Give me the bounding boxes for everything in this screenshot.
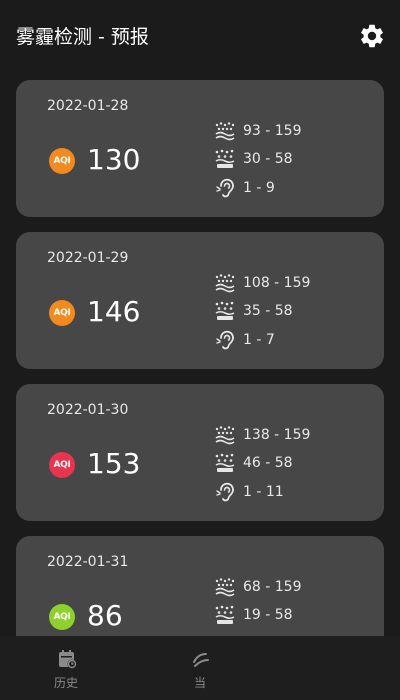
pm10-metric: 68 - 159 [214, 576, 374, 598]
aqi-badge-icon: AQI [49, 604, 75, 630]
pm25-metric: 35 - 58 [214, 300, 374, 322]
aqi-badge-icon: AQI [49, 452, 75, 478]
pm25-dust-icon [215, 605, 235, 624]
aqi-value: 153 [87, 447, 141, 480]
pm10-metric: 108 - 159 [214, 272, 374, 294]
other-value: 1 - 7 [243, 332, 275, 348]
bottom-navigation: 历史 当 [0, 636, 400, 700]
pm25-dust-icon [215, 149, 235, 168]
ear-icon [216, 482, 234, 502]
forecast-date: 2022-01-28 [47, 98, 129, 114]
pm25-metric: 19 - 58 [214, 604, 374, 626]
pm10-value: 138 - 159 [243, 427, 311, 443]
forecast-card[interactable]: 2022-01-30 AQI 153 138 - 159 46 - 58 1 -… [16, 384, 384, 521]
pm25-value: 46 - 58 [243, 455, 293, 471]
pm25-metric: 46 - 58 [214, 452, 374, 474]
forecast-date: 2022-01-31 [47, 554, 129, 570]
forecast-card[interactable]: 2022-01-28 AQI 130 93 - 159 30 - 58 1 - … [16, 80, 384, 217]
pm10-metric: 138 - 159 [214, 424, 374, 446]
nav-current-label: 当 [193, 676, 206, 690]
aqi-value: 146 [87, 295, 141, 328]
forecast-date: 2022-01-29 [47, 250, 129, 266]
nav-current[interactable]: 当 [150, 636, 250, 700]
page-title: 雾霾检测 - 预报 [16, 26, 149, 48]
pm10-value: 108 - 159 [243, 275, 311, 291]
pm25-dust-icon [215, 301, 235, 320]
forecast-date: 2022-01-30 [47, 402, 129, 418]
nav-history[interactable]: 历史 [16, 636, 116, 700]
pm25-value: 19 - 58 [243, 607, 293, 623]
aqi-value: 86 [87, 599, 123, 632]
forecast-list[interactable]: 2022-01-28 AQI 130 93 - 159 30 - 58 1 - … [0, 80, 400, 636]
forecast-card[interactable]: 2022-01-29 AQI 146 108 - 159 35 - 58 1 -… [16, 232, 384, 369]
pm10-value: 68 - 159 [243, 579, 302, 595]
pm25-value: 30 - 58 [243, 151, 293, 167]
aqi-badge-icon: AQI [49, 148, 75, 174]
pm10-dust-icon [215, 122, 235, 141]
nav-history-label: 历史 [53, 676, 78, 690]
aqi-badge-icon: AQI [49, 300, 75, 326]
other-metric: 1 - 7 [214, 329, 374, 351]
pm25-value: 35 - 58 [243, 303, 293, 319]
forecast-card[interactable]: 2022-01-31 AQI 86 68 - 159 19 - 58 [16, 536, 384, 636]
other-value: 1 - 11 [243, 484, 284, 500]
pm10-dust-icon [215, 274, 235, 293]
gear-icon[interactable] [358, 22, 386, 50]
calendar-history-icon [59, 650, 77, 669]
other-metric: 1 - 11 [214, 481, 374, 503]
aqi-value: 130 [87, 143, 141, 176]
pm10-metric: 93 - 159 [214, 120, 374, 142]
app-bar: 雾霾检测 - 预报 [0, 0, 400, 72]
ear-icon [216, 330, 234, 350]
other-metric: 1 - 9 [214, 177, 374, 199]
ear-icon [216, 178, 234, 198]
pm10-dust-icon [215, 426, 235, 445]
pm25-metric: 30 - 58 [214, 148, 374, 170]
current-air-icon [193, 653, 209, 667]
other-value: 1 - 9 [243, 180, 275, 196]
pm25-dust-icon [215, 453, 235, 472]
pm10-dust-icon [215, 578, 235, 597]
pm10-value: 93 - 159 [243, 123, 302, 139]
